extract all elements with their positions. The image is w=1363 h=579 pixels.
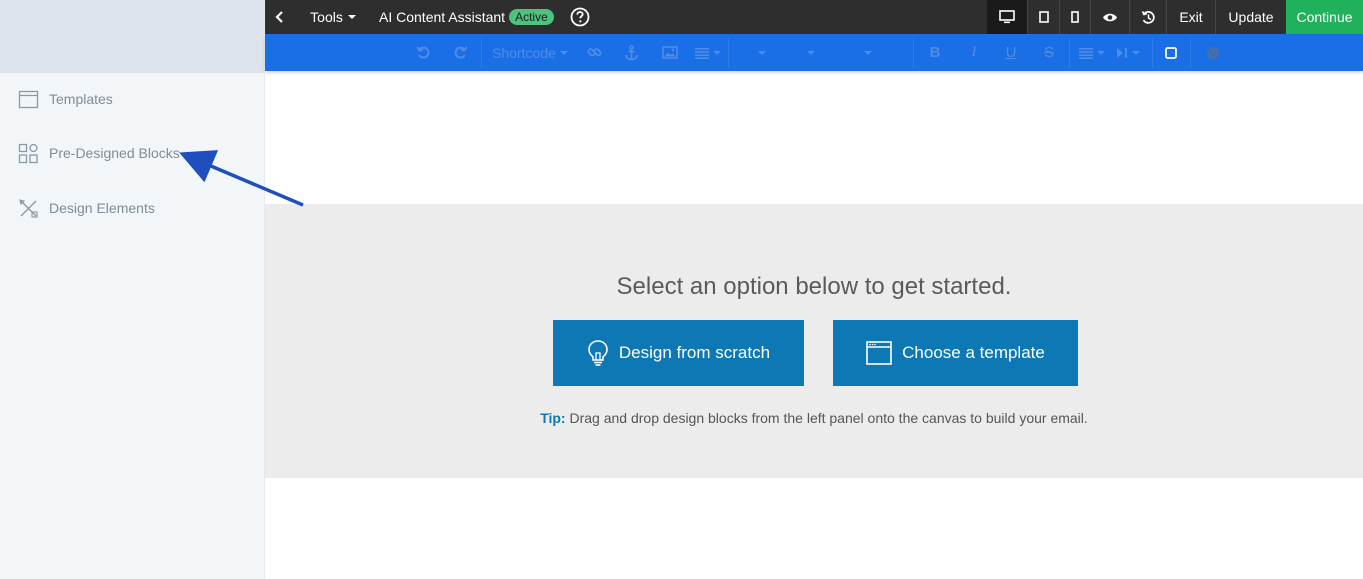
help-circle-icon xyxy=(570,7,590,27)
left-panel: Templates Pre-Designed Blocks Design Ele… xyxy=(0,0,265,579)
box-button[interactable] xyxy=(1161,34,1181,71)
undo-icon xyxy=(416,46,430,59)
strikethrough-button[interactable]: S xyxy=(1039,34,1059,71)
underline-icon: U xyxy=(1005,44,1017,61)
caret-down-icon xyxy=(1097,50,1105,55)
blocks-grid-icon xyxy=(18,143,38,163)
box-icon xyxy=(1165,46,1177,59)
tools-label: Tools xyxy=(310,9,343,25)
bold-button[interactable]: B xyxy=(925,34,945,71)
emoji-button[interactable] xyxy=(1203,34,1223,71)
bold-icon: B xyxy=(929,44,941,61)
divider xyxy=(1190,38,1191,68)
ai-assistant-label: AI Content Assistant xyxy=(379,9,506,25)
templates-icon xyxy=(18,90,39,108)
update-label: Update xyxy=(1228,9,1274,25)
preview-eye-icon xyxy=(1103,13,1117,21)
caret-down-icon xyxy=(1132,50,1140,55)
image-button[interactable] xyxy=(659,34,681,71)
tip-label: Tip: xyxy=(540,410,566,426)
align-dropdown[interactable] xyxy=(693,34,723,71)
italic-icon: I xyxy=(971,44,977,60)
choose-template-button[interactable]: Choose a template xyxy=(833,320,1078,386)
tablet-view-button[interactable] xyxy=(1028,0,1059,34)
email-canvas: Select an option below to get started. D… xyxy=(265,204,1363,478)
link-button[interactable] xyxy=(584,34,604,71)
design-tools-icon xyxy=(19,198,38,218)
font-dropdown[interactable] xyxy=(796,34,822,71)
format-dropdown[interactable] xyxy=(747,34,773,71)
underline-button[interactable]: U xyxy=(1001,34,1021,71)
media-dropdown[interactable] xyxy=(1115,34,1141,71)
caret-down-icon xyxy=(347,15,356,19)
choose-template-label: Choose a template xyxy=(902,343,1045,362)
divider xyxy=(913,38,914,68)
status-badge: Active xyxy=(509,9,554,25)
anchor-icon xyxy=(624,44,638,60)
tip-text: Tip: Drag and drop design blocks from th… xyxy=(265,410,1363,426)
link-icon xyxy=(586,48,602,57)
tools-menu[interactable]: Tools xyxy=(303,0,363,34)
sidebar-item-label: Design Elements xyxy=(49,200,155,216)
redo-button[interactable] xyxy=(450,34,472,71)
caret-down-icon xyxy=(559,50,568,55)
help-button[interactable] xyxy=(568,0,592,34)
shortcode-label: Shortcode xyxy=(492,44,556,61)
sidebar-item-templates[interactable]: Templates xyxy=(0,79,265,119)
email-editor-app: Templates Pre-Designed Blocks Design Ele… xyxy=(0,0,1363,579)
update-button[interactable]: Update xyxy=(1216,0,1286,34)
anchor-button[interactable] xyxy=(621,34,641,71)
preview-button[interactable] xyxy=(1091,0,1129,34)
shortcode-dropdown[interactable]: Shortcode xyxy=(489,34,571,71)
top-toolbar: Tools AI Content Assistant Active Exit U… xyxy=(265,0,1363,34)
divider xyxy=(481,38,482,68)
tablet-icon xyxy=(1038,11,1049,23)
continue-button[interactable]: Continue xyxy=(1286,0,1363,34)
image-icon xyxy=(662,46,678,59)
undo-button[interactable] xyxy=(412,34,434,71)
emoji-icon xyxy=(1207,46,1219,59)
redo-icon xyxy=(454,46,468,59)
mobile-icon xyxy=(1071,11,1079,23)
exit-label: Exit xyxy=(1179,9,1203,25)
continue-label: Continue xyxy=(1296,9,1353,25)
text-editor-toolbar: Shortcode B I U S xyxy=(265,34,1363,71)
sidebar-item-design-elements[interactable]: Design Elements xyxy=(0,188,265,228)
media-icon xyxy=(1117,47,1127,58)
divider xyxy=(728,38,729,68)
divider xyxy=(1152,38,1153,68)
sidebar-item-pre-designed-blocks[interactable]: Pre-Designed Blocks xyxy=(0,133,265,173)
italic-button[interactable]: I xyxy=(964,34,984,71)
align-icon xyxy=(695,47,709,59)
caret-down-icon xyxy=(758,50,766,55)
chevron-left-icon xyxy=(275,11,283,23)
divider xyxy=(1069,38,1070,68)
exit-button[interactable]: Exit xyxy=(1167,0,1215,34)
template-window-icon xyxy=(866,341,892,365)
lightbulb-icon xyxy=(588,340,608,366)
sidebar-item-label: Templates xyxy=(49,91,113,107)
history-icon xyxy=(1141,10,1155,24)
list-dropdown[interactable] xyxy=(1077,34,1107,71)
strikethrough-icon: S xyxy=(1043,44,1054,61)
sidebar-header xyxy=(0,0,264,73)
history-button[interactable] xyxy=(1130,0,1166,34)
design-from-scratch-label: Design from scratch xyxy=(618,343,771,362)
desktop-icon xyxy=(999,10,1015,24)
font-size-dropdown[interactable] xyxy=(853,34,879,71)
caret-down-icon xyxy=(864,50,872,55)
desktop-view-button[interactable] xyxy=(987,0,1027,34)
sidebar-item-label: Pre-Designed Blocks xyxy=(49,145,180,161)
back-button[interactable] xyxy=(265,0,295,34)
list-icon xyxy=(1079,47,1093,59)
mobile-view-button[interactable] xyxy=(1060,0,1090,34)
caret-down-icon xyxy=(807,50,815,55)
tip-body: Drag and drop design blocks from the lef… xyxy=(565,410,1088,426)
ai-content-assistant[interactable]: AI Content Assistant Active xyxy=(379,0,559,34)
design-from-scratch-button[interactable]: Design from scratch xyxy=(553,320,804,386)
caret-down-icon xyxy=(713,50,721,55)
get-started-prompt: Select an option below to get started. xyxy=(616,273,1012,300)
